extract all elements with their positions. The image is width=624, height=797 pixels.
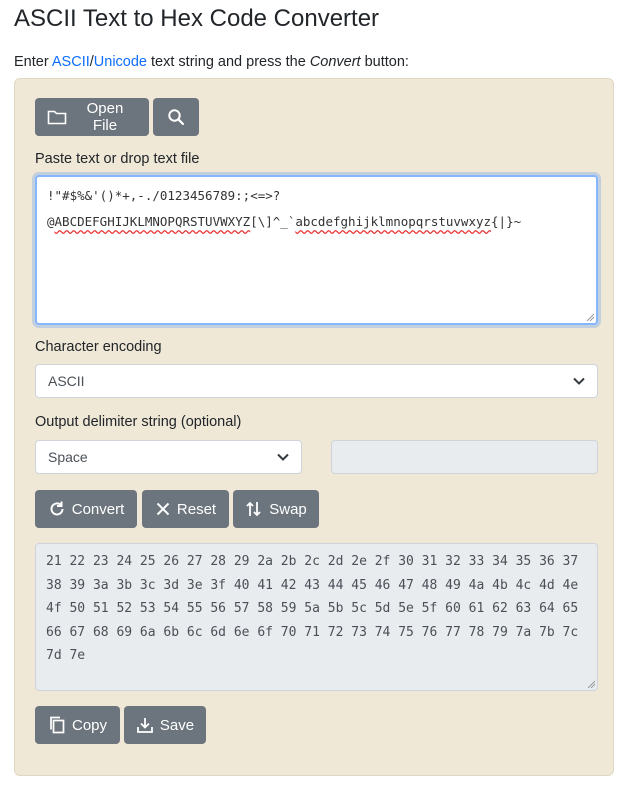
input-line-2-at: @ xyxy=(47,214,55,229)
resize-handle-icon[interactable] xyxy=(586,313,594,321)
intro-mid: text string and press the xyxy=(147,54,310,70)
convert-label: Convert xyxy=(71,500,125,518)
close-icon xyxy=(155,501,171,517)
save-button[interactable]: Save xyxy=(124,706,206,744)
copy-button[interactable]: Copy xyxy=(35,706,120,744)
save-label: Save xyxy=(159,716,195,734)
chevron-down-icon xyxy=(573,377,585,385)
hex-output-text: 21 22 23 24 25 26 27 28 29 2a 2b 2c 2d 2… xyxy=(46,554,587,664)
open-file-label: Open File xyxy=(86,100,124,134)
custom-delimiter-field[interactable] xyxy=(331,440,598,474)
intro-convert: Convert xyxy=(309,54,361,70)
intro-prefix: Enter xyxy=(14,54,52,70)
swap-icon xyxy=(245,500,263,518)
chevron-down-icon xyxy=(277,453,289,461)
download-icon xyxy=(136,716,154,734)
encoding-selected: ASCII xyxy=(48,373,85,389)
input-label: Paste text or drop text file xyxy=(35,151,200,167)
page-title: ASCII Text to Hex Code Converter xyxy=(14,5,380,32)
hex-output[interactable]: 21 22 23 24 25 26 27 28 29 2a 2b 2c 2d 2… xyxy=(35,543,598,691)
convert-button[interactable]: Convert xyxy=(35,490,137,528)
swap-button[interactable]: Swap xyxy=(233,490,319,528)
intro-text: Enter ASCII/Unicode text string and pres… xyxy=(14,52,409,72)
delimiter-label: Output delimiter string (optional) xyxy=(35,414,242,430)
text-input[interactable]: !"#$%&'()*+,-./0123456789:;<=>? @ABCDEFG… xyxy=(35,175,598,325)
refresh-icon xyxy=(48,500,66,518)
delimiter-selected: Space xyxy=(48,449,88,465)
swap-label: Swap xyxy=(269,500,307,518)
folder-icon xyxy=(47,109,67,125)
encoding-select[interactable]: ASCII xyxy=(35,364,598,398)
copy-icon xyxy=(48,716,66,734)
input-line-2-lower: abcdefghijklmnopqrstuvwxyz xyxy=(295,214,492,229)
intro-suffix: button: xyxy=(360,54,409,70)
input-line-2-end: {|}~ xyxy=(491,214,522,229)
open-file-button[interactable]: Open File xyxy=(35,98,149,136)
search-button[interactable] xyxy=(153,98,199,136)
reset-label: Reset xyxy=(176,500,217,518)
encoding-label: Character encoding xyxy=(35,339,162,355)
ascii-link[interactable]: ASCII xyxy=(52,54,90,70)
copy-label: Copy xyxy=(71,716,108,734)
unicode-link[interactable]: Unicode xyxy=(94,54,147,70)
input-line-1: !"#$%&'()*+,-./0123456789:;<=>? xyxy=(47,188,281,203)
search-icon xyxy=(167,108,185,126)
resize-handle-icon[interactable] xyxy=(587,680,595,688)
delimiter-select[interactable]: Space xyxy=(35,440,302,474)
reset-button[interactable]: Reset xyxy=(142,490,229,528)
input-line-2-symbols: [\]^_` xyxy=(250,214,296,229)
input-line-2-upper: ABCDEFGHIJKLMNOPQRSTUVWXYZ xyxy=(54,214,251,229)
converter-panel: Open File Paste text or drop text file !… xyxy=(14,78,614,776)
